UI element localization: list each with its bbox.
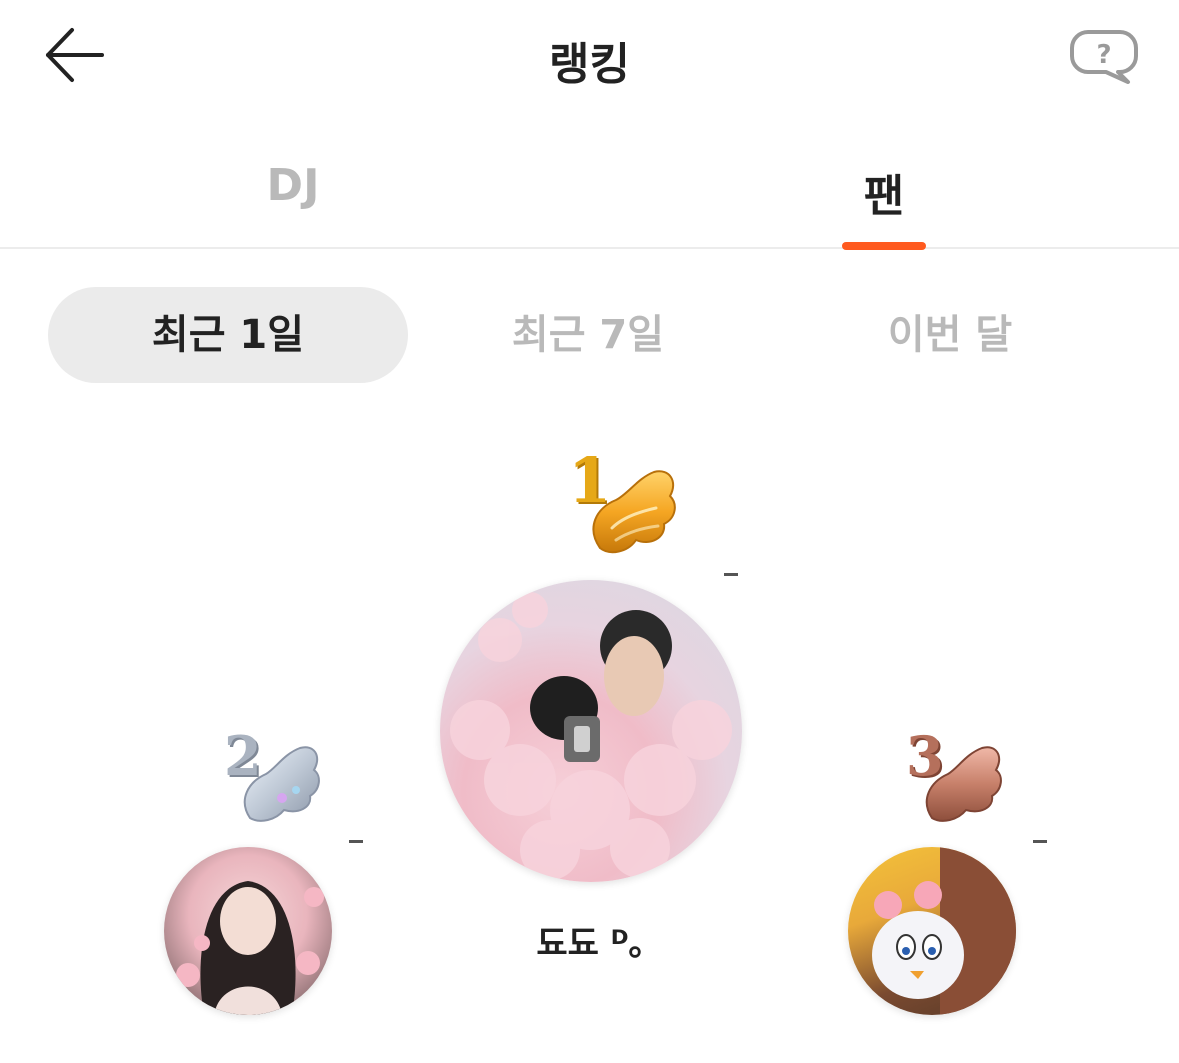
- tab-dj[interactable]: DJ: [143, 160, 443, 211]
- rank-1-name: 됴됴 ᴰ｡: [536, 924, 646, 964]
- rank-2-number: 2: [224, 724, 262, 788]
- arrow-left-icon: [46, 28, 104, 82]
- question-bubble-icon: ?: [1070, 30, 1138, 84]
- active-tab-indicator: [842, 242, 926, 250]
- tab-fan[interactable]: 팬: [734, 160, 1034, 224]
- tabs-divider: [0, 247, 1179, 249]
- help-button[interactable]: ?: [1068, 28, 1140, 88]
- back-button[interactable]: [40, 22, 110, 92]
- period-this-month-button[interactable]: 이번 달: [770, 287, 1130, 383]
- rank-2-avatar[interactable]: [164, 847, 332, 1015]
- period-1-day-button[interactable]: 최근 1일: [48, 287, 408, 383]
- rank-1-avatar[interactable]: [440, 580, 742, 882]
- period-7-days-button[interactable]: 최근 7일: [408, 287, 768, 383]
- rank-3-avatar[interactable]: [848, 847, 1016, 1015]
- rank-change-indicator: [1033, 840, 1047, 843]
- rank-change-indicator: [349, 840, 363, 843]
- silver-wing-badge-icon: 2: [222, 724, 326, 828]
- page-title: 랭킹: [549, 39, 630, 90]
- rank-1-number: 1: [568, 444, 612, 517]
- gold-wing-badge-icon: 1: [566, 444, 682, 560]
- rank-change-indicator: [724, 573, 738, 576]
- bronze-wing-badge-icon: 3: [904, 724, 1008, 828]
- svg-text:?: ?: [1096, 40, 1111, 70]
- rank-3-number: 3: [906, 724, 944, 788]
